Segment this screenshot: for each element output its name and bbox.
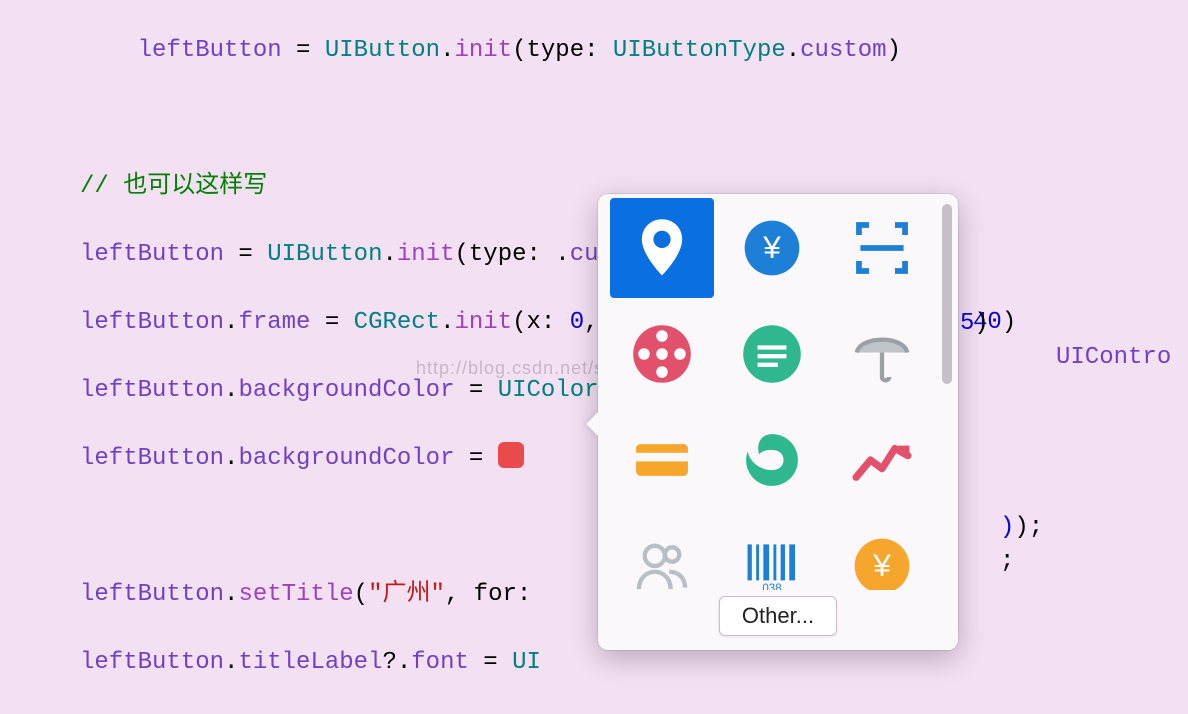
code-trail: ; (1000, 548, 1014, 575)
barcode-icon[interactable]: 038 (720, 516, 824, 590)
yen-circle-orange-icon[interactable]: ¥ (830, 516, 934, 590)
other-button[interactable]: Other... (719, 596, 837, 636)
hand-message-icon[interactable] (720, 304, 824, 404)
code-editor[interactable]: leftButton = UIButton.init(type: UIButto… (0, 0, 1188, 714)
code-line: leftButton.titleLabel?.font = UI (80, 646, 1188, 680)
umbrella-icon[interactable] (830, 304, 934, 404)
asset-grid: ¥ 038 ¥ ¥ (610, 198, 934, 590)
yen-circle-blue-icon[interactable]: ¥ (720, 198, 824, 298)
activity-figure-icon[interactable] (720, 410, 824, 510)
popover-scrollbar[interactable] (942, 204, 952, 384)
code-trail: 5) (960, 310, 989, 337)
svg-text:¥: ¥ (762, 229, 781, 265)
film-reel-icon[interactable] (610, 304, 714, 404)
code-trail: UIContro (1056, 344, 1171, 371)
code-line: leftButton = UIButton.init(type: UIButto… (80, 34, 1188, 68)
asset-picker-popover: ¥ 038 ¥ ¥ (598, 194, 958, 650)
svg-text:038: 038 (762, 583, 781, 590)
location-pin-icon[interactable] (610, 198, 714, 298)
svg-text:¥: ¥ (872, 547, 891, 583)
scan-frame-icon[interactable] (830, 198, 934, 298)
people-outline-icon[interactable] (610, 516, 714, 590)
color-swatch-red[interactable] (498, 442, 524, 468)
credit-card-icon[interactable] (610, 410, 714, 510)
code-line (80, 102, 1188, 136)
trend-chart-icon[interactable] (830, 410, 934, 510)
code-trail: )); (1000, 514, 1043, 541)
